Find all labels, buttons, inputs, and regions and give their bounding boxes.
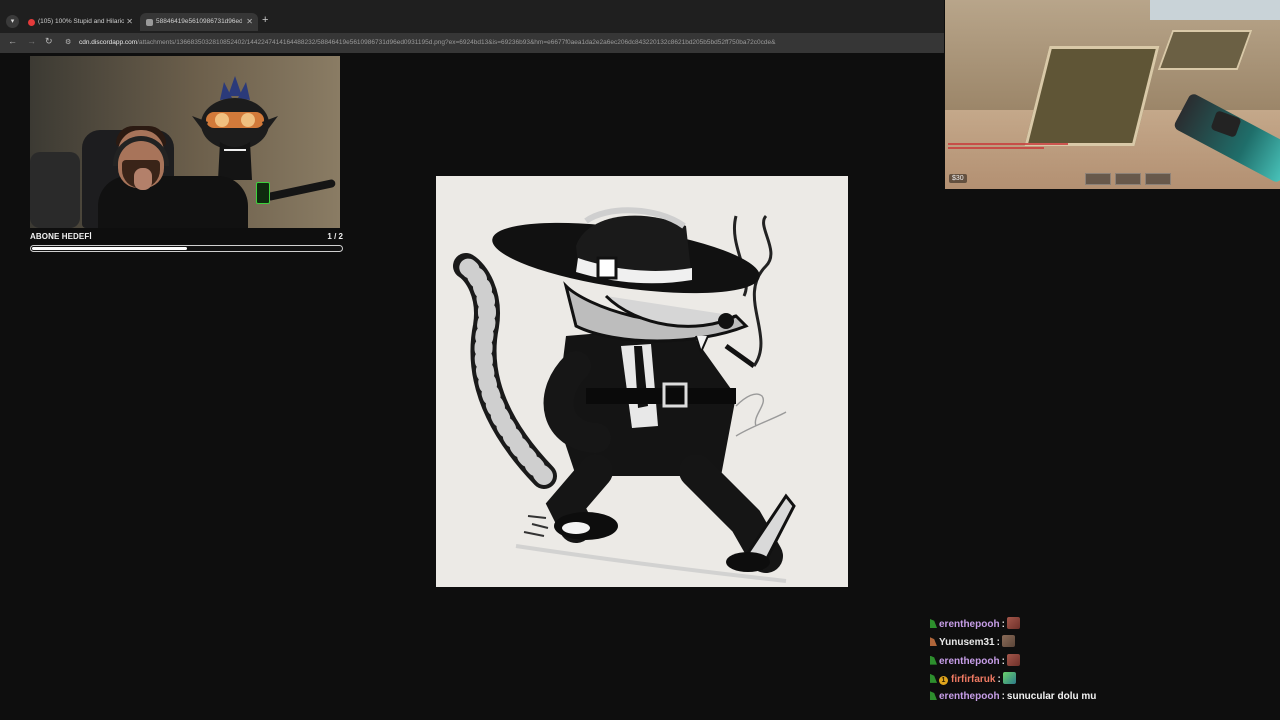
weapon-slot	[1145, 173, 1171, 185]
chair	[30, 152, 80, 228]
weapon-slots	[1085, 173, 1173, 185]
subscriber-badge-icon	[930, 619, 937, 628]
chat-username: Yunusem31	[939, 637, 995, 649]
emote-icon	[1006, 617, 1020, 629]
chevron-down-icon[interactable]: ▾	[6, 15, 19, 28]
energy-drink-can	[256, 182, 270, 204]
game-killfeed	[948, 143, 1088, 151]
chat-message: erenthepooh: sunucular dolu mu	[930, 690, 1270, 708]
subscriber-badge-icon	[930, 673, 937, 683]
chat-separator: :	[1001, 619, 1005, 630]
webcam-feed	[30, 56, 340, 228]
tab-title: 58846419e5610986731d96ed0	[156, 18, 242, 25]
stream-frame: ▾ (105) 100% Stupid and Hilariou ✕ 58846…	[0, 0, 1280, 720]
chat-separator: :	[1001, 691, 1005, 703]
chat-separator: :	[997, 673, 1001, 685]
chat-message: erenthepooh:	[930, 653, 1270, 672]
chat-separator: :	[1001, 655, 1005, 667]
globe-icon	[146, 18, 153, 26]
chat-username: erenthepooh	[939, 619, 1000, 630]
subscriber-badge-icon	[930, 655, 937, 665]
weapon-slot	[1085, 173, 1111, 185]
chat-message: Yunusem31:	[930, 635, 1270, 653]
weapon-slot	[1115, 173, 1141, 185]
subscriber-badge-icon	[930, 637, 937, 647]
reload-icon[interactable]: ↻	[45, 36, 53, 47]
arrow-left-icon[interactable]: ←	[8, 36, 17, 46]
game-capture: $30	[945, 0, 1280, 189]
illustration-image	[453, 207, 796, 583]
streamer-body	[98, 176, 248, 228]
goal-progress-bar	[30, 245, 343, 252]
tab-title: (105) 100% Stupid and Hilariou	[38, 18, 124, 25]
subscriber-badge-icon	[930, 691, 937, 701]
browser-tab-bar: ▾ (105) 100% Stupid and Hilariou ✕ 58846…	[0, 0, 944, 33]
browser-address-bar: ← → ↻ ⚙ cdn.discordapp.com/attachments/1…	[0, 33, 944, 53]
chat-separator: :	[996, 637, 1000, 649]
emote-icon	[1002, 671, 1016, 684]
chat-username: erenthepooh	[939, 691, 1000, 703]
chat-message: 1 firfirfaruk:	[930, 671, 1270, 690]
subscriber-goal: ABONE HEDEFİ 1 / 2	[30, 232, 343, 254]
goal-progress-fill	[32, 247, 187, 250]
goal-count: 1 / 2	[327, 232, 343, 241]
close-icon[interactable]: ✕	[246, 13, 253, 31]
goal-label: ABONE HEDEFİ	[30, 232, 92, 241]
emote-icon	[1006, 653, 1020, 666]
bits-badge-icon: 1	[939, 675, 948, 685]
chat-text: sunucular dolu mu	[1006, 691, 1097, 703]
url-path: /attachments/1366835032810852402/1442247…	[137, 39, 776, 46]
game-money: $30	[949, 174, 967, 183]
arrow-right-icon[interactable]: →	[27, 36, 36, 46]
browser-tab[interactable]: (105) 100% Stupid and Hilariou ✕	[22, 13, 138, 31]
chat-username: erenthepooh	[939, 655, 1000, 667]
youtube-icon	[28, 18, 35, 26]
chat-message: erenthepooh:	[930, 617, 1270, 635]
url-host: cdn.discordapp.com	[79, 39, 138, 46]
emote-icon	[1001, 635, 1015, 648]
browser-tab-active[interactable]: 58846419e5610986731d96ed0 ✕	[140, 13, 258, 31]
plus-icon[interactable]: +	[262, 14, 268, 26]
chat-username: firfirfaruk	[951, 673, 996, 685]
site-info-icon[interactable]: ⚙	[65, 38, 71, 46]
close-icon[interactable]: ✕	[126, 13, 133, 31]
url-field[interactable]: cdn.discordapp.com/attachments/136683503…	[79, 39, 929, 46]
chat-overlay: erenthepooh: Yunusem31: erenthepooh: 1 fi…	[930, 617, 1270, 708]
rat-gangster-illustration	[436, 176, 848, 587]
